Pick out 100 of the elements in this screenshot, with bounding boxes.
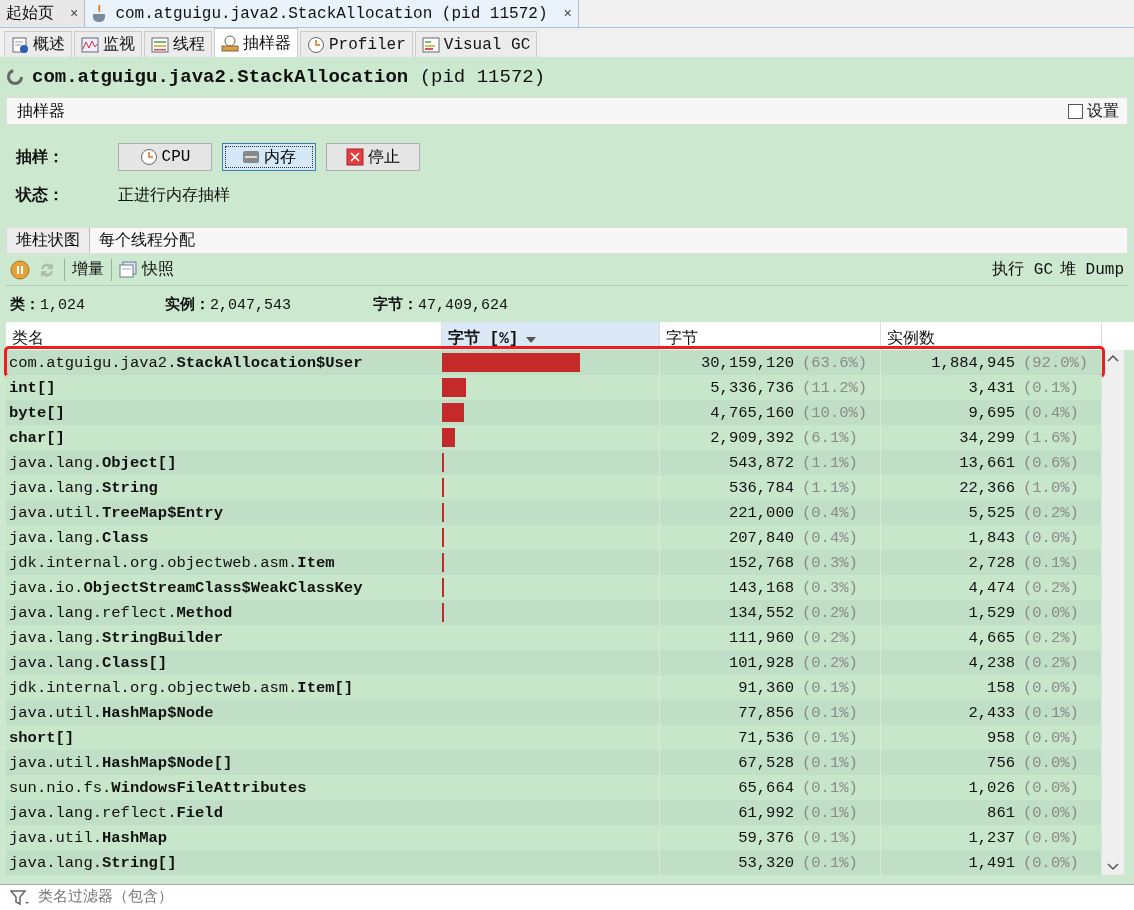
status-label: 状态： bbox=[16, 185, 65, 206]
instances-value: 4,474 bbox=[967, 578, 1016, 597]
bytes-value: 101,928 bbox=[727, 653, 795, 672]
chart-icon bbox=[421, 35, 440, 54]
bytes-value: 53,320 bbox=[737, 853, 795, 872]
bytes-percent: (1.1%) bbox=[802, 478, 859, 497]
bytes-percent: (0.1%) bbox=[802, 853, 859, 872]
toolbar-button[interactable]: 堆 Dump bbox=[1060, 259, 1124, 280]
toolbar-button[interactable]: 执行 GC bbox=[992, 259, 1053, 280]
view-tab[interactable]: Visual GC bbox=[414, 31, 538, 57]
bytes-percent: (0.2%) bbox=[802, 653, 859, 672]
section-title: 抽样器 bbox=[17, 101, 65, 122]
instances-percent: (0.0%) bbox=[1023, 778, 1080, 797]
instances-percent: (0.0%) bbox=[1023, 728, 1080, 747]
spinner-icon bbox=[6, 68, 24, 86]
view-tab[interactable]: 抽样器 bbox=[214, 28, 298, 57]
bytes-value: 221,000 bbox=[727, 503, 795, 522]
class-filter-field[interactable]: 类名过滤器（包含） bbox=[36, 888, 1134, 907]
bytes-value: 2,909,392 bbox=[709, 428, 795, 447]
class-name-cell-text: java.lang.Class bbox=[8, 527, 150, 549]
bytes-percent: (0.1%) bbox=[802, 728, 859, 747]
scrollbar[interactable] bbox=[1102, 350, 1124, 875]
instances-percent: (0.0%) bbox=[1023, 528, 1080, 547]
bytes-value: 111,960 bbox=[727, 628, 795, 647]
sampling-button[interactable]: 停止 bbox=[326, 143, 420, 171]
sampling-button[interactable]: 内存 bbox=[222, 143, 316, 171]
sampling-button[interactable]: CPU bbox=[118, 143, 212, 171]
instances-percent: (0.4%) bbox=[1023, 403, 1080, 422]
bytes-value: 536,784 bbox=[727, 478, 795, 497]
bytes-value: 65,664 bbox=[737, 778, 795, 797]
class-name-cell-text: java.util.HashMap bbox=[8, 827, 169, 849]
instances-percent: (0.0%) bbox=[1023, 753, 1080, 772]
view-tab[interactable]: 线程 bbox=[144, 31, 212, 57]
class-name-cell-text: java.lang.String bbox=[8, 477, 159, 499]
view-tab[interactable]: 监视 bbox=[74, 31, 142, 57]
bytes-percent: (0.2%) bbox=[802, 603, 859, 622]
pause-icon[interactable] bbox=[10, 259, 30, 280]
summary-stat: 字节：47,409,624 bbox=[373, 295, 509, 314]
sampling-label: 抽样： bbox=[16, 147, 65, 168]
bytes-percent: (0.1%) bbox=[802, 803, 859, 822]
bytes-percent: (0.1%) bbox=[802, 828, 859, 847]
instances-value: 158 bbox=[986, 678, 1016, 697]
instances-value: 34,299 bbox=[958, 428, 1016, 447]
bytes-value: 91,360 bbox=[737, 678, 795, 697]
clock-icon bbox=[139, 148, 158, 166]
bytes-value: 152,768 bbox=[727, 553, 795, 572]
document-tab[interactable]: 起始页 × bbox=[0, 0, 86, 27]
instances-value: 1,884,945 bbox=[930, 353, 1016, 372]
view-tab[interactable]: Profiler bbox=[300, 31, 413, 57]
result-tab[interactable]: 堆柱状图 bbox=[7, 228, 90, 253]
sampler-icon bbox=[221, 34, 239, 52]
scroll-down-icon[interactable] bbox=[1107, 863, 1119, 871]
scroll-up-icon[interactable] bbox=[1107, 354, 1119, 362]
class-name-cell-text: char[] bbox=[8, 427, 66, 449]
snapshot-button[interactable]: 快照 bbox=[119, 259, 174, 280]
summary-stat: 类：1,024 bbox=[10, 295, 86, 314]
instances-value: 3,431 bbox=[967, 378, 1016, 397]
instances-percent: (0.1%) bbox=[1023, 703, 1080, 722]
class-name-cell-text: com.atguigu.java2.StackAllocation$User bbox=[8, 352, 364, 374]
bytes-percent: (6.1%) bbox=[802, 428, 859, 447]
bytes-value: 4,765,160 bbox=[709, 403, 795, 422]
bytes-value: 143,168 bbox=[727, 578, 795, 597]
instances-value: 5,525 bbox=[967, 503, 1016, 522]
bytes-value: 67,528 bbox=[737, 753, 795, 772]
bytes-percent: (0.1%) bbox=[802, 753, 859, 772]
instances-value: 4,665 bbox=[967, 628, 1016, 647]
instances-value: 1,529 bbox=[967, 603, 1016, 622]
instances-value: 2,433 bbox=[967, 703, 1016, 722]
bytes-percent: (0.4%) bbox=[802, 503, 859, 522]
filter-icon bbox=[10, 888, 30, 907]
instances-percent: (0.6%) bbox=[1023, 453, 1080, 472]
instances-percent: (0.0%) bbox=[1023, 853, 1080, 872]
close-icon bbox=[346, 148, 364, 166]
summary-stat: 实例：2,047,543 bbox=[165, 295, 292, 314]
result-tab[interactable]: 每个线程分配 bbox=[90, 228, 204, 253]
bytes-percent: (0.3%) bbox=[802, 553, 859, 572]
status-value: 正进行内存抽样 bbox=[118, 185, 231, 206]
class-name-cell-text: short[] bbox=[8, 727, 76, 749]
bytes-percent: (1.1%) bbox=[802, 453, 859, 472]
bytes-percent: (0.1%) bbox=[802, 703, 859, 722]
bytes-percent: (11.2%) bbox=[802, 378, 869, 397]
class-name-cell-text: byte[] bbox=[8, 402, 66, 424]
class-name-cell-text: sun.nio.fs.WindowsFileAttributes bbox=[8, 777, 308, 799]
class-name-cell-text: java.util.HashMap$Node[] bbox=[8, 752, 234, 774]
application-title: com.atguigu.java2.StackAllocation (pid 11572) bbox=[32, 66, 546, 88]
document-tab[interactable]: com.atguigu.java2.StackAllocation (pid 11572) × bbox=[85, 0, 579, 27]
view-tab[interactable]: 概述 bbox=[4, 31, 72, 57]
class-name-cell-text: jdk.internal.org.objectweb.asm.Item bbox=[8, 552, 336, 574]
delta-button[interactable]: 增量 bbox=[72, 259, 104, 280]
class-name-cell-text: java.lang.reflect.Method bbox=[8, 602, 234, 624]
bytes-value: 61,992 bbox=[737, 803, 795, 822]
close-icon[interactable]: × bbox=[563, 5, 572, 22]
settings-checkbox[interactable]: 设置 bbox=[1068, 100, 1119, 122]
bytes-percent: (0.1%) bbox=[802, 678, 859, 697]
close-icon[interactable]: × bbox=[70, 5, 79, 22]
clock-icon bbox=[307, 35, 325, 54]
instances-value: 958 bbox=[986, 728, 1016, 747]
instances-value: 1,237 bbox=[967, 828, 1016, 847]
class-name-cell-text: java.util.HashMap$Node bbox=[8, 702, 215, 724]
bytes-value: 5,336,736 bbox=[709, 378, 795, 397]
